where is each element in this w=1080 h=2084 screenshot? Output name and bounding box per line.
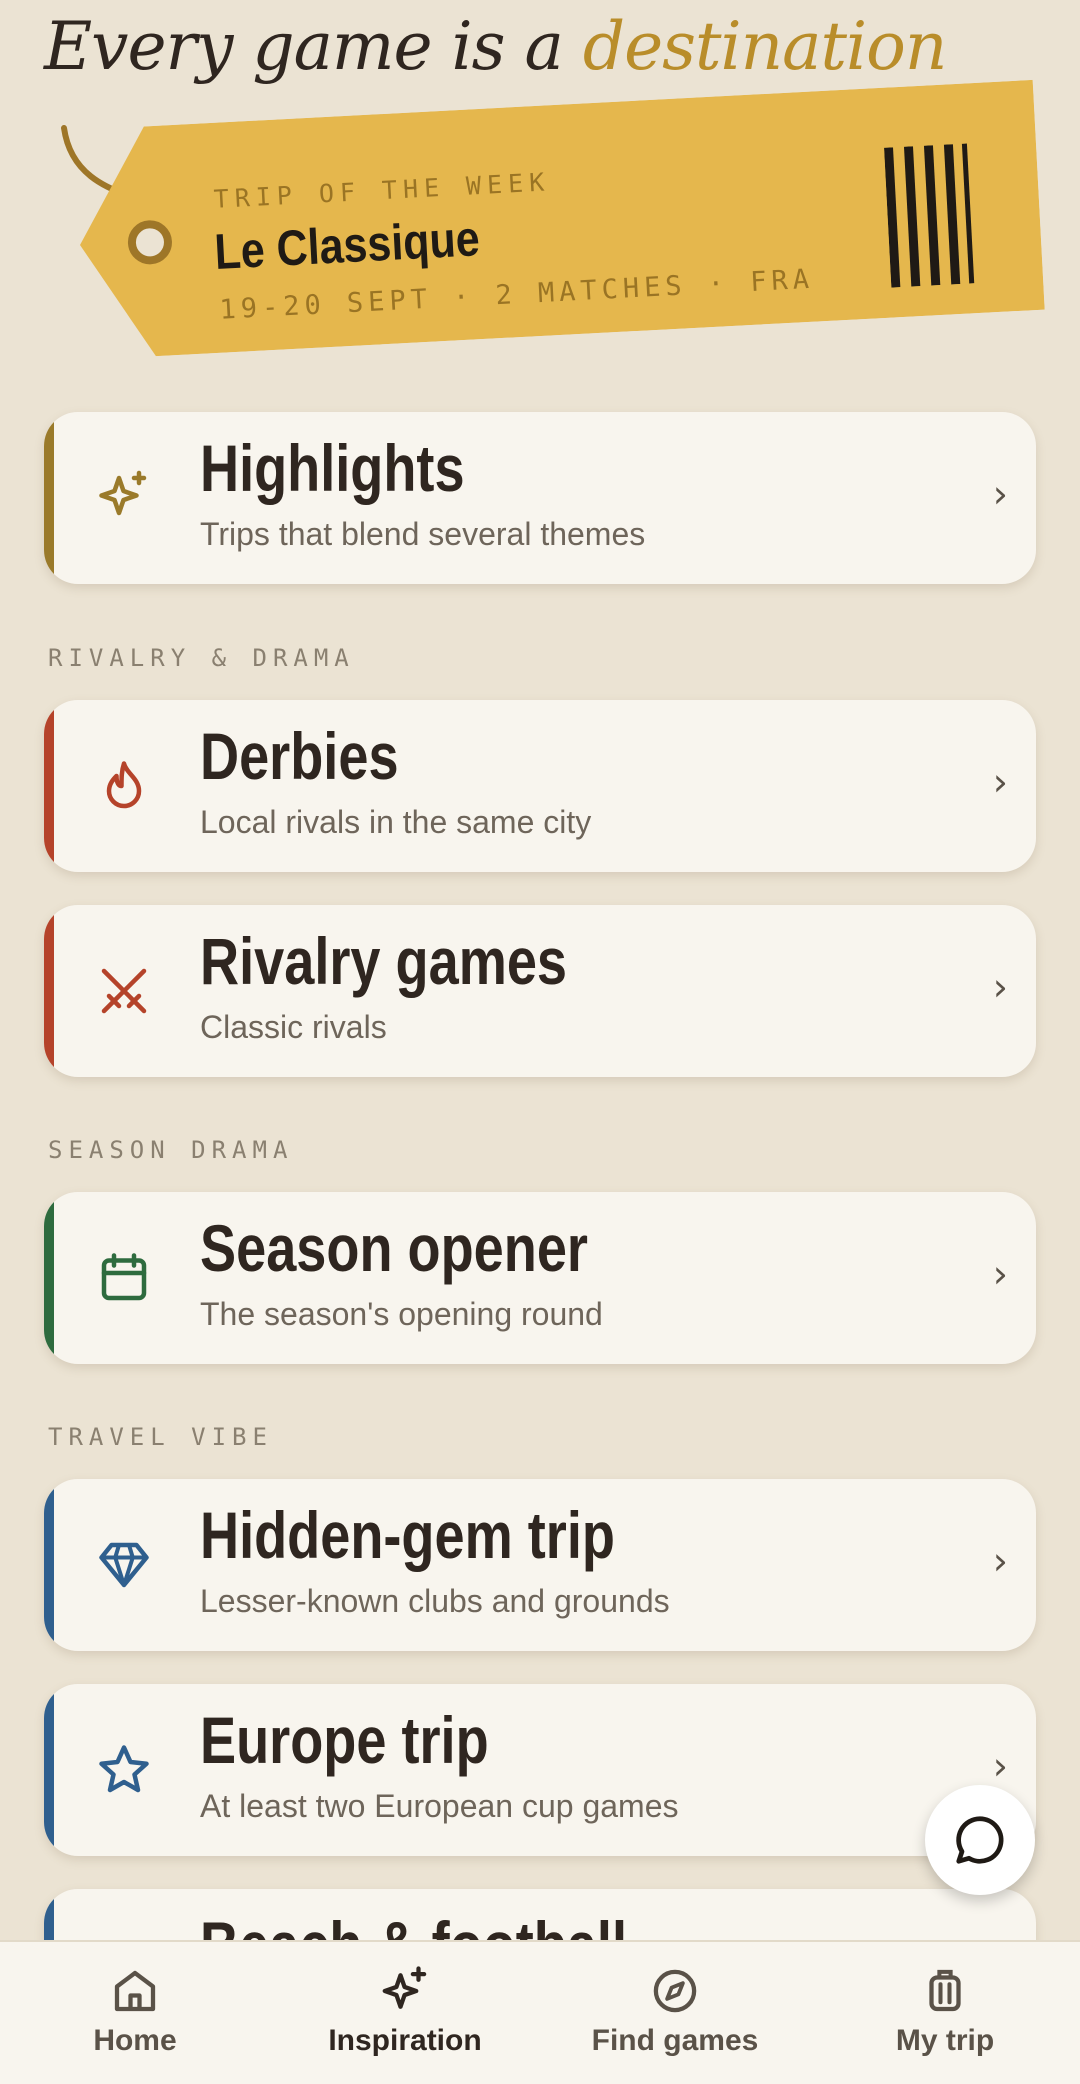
card-accent-stripe (44, 700, 54, 872)
card-subtitle: Trips that blend several themes (200, 516, 646, 552)
chevron-right-icon: › (992, 760, 1008, 804)
card-accent-stripe (44, 1479, 54, 1651)
chat-bubble-icon (956, 1816, 1004, 1864)
headline-prefix: Every game is a (44, 8, 564, 85)
card-title: Season opener (200, 1211, 588, 1285)
card-title: Rivalry games (200, 924, 568, 998)
nav-find-games[interactable]: Find games (540, 1942, 810, 2084)
card-subtitle: The season's opening round (200, 1296, 603, 1332)
card-title: Europe trip (200, 1703, 489, 1777)
card-title: Derbies (200, 719, 399, 793)
card-rivalry-games[interactable]: Rivalry games Classic rivals › (44, 905, 1036, 1077)
card-derbies[interactable]: Derbies Local rivals in the same city › (44, 700, 1036, 872)
chevron-right-icon: › (992, 1744, 1008, 1788)
chevron-right-icon: › (992, 1539, 1008, 1583)
section-label-travel: TRAVEL VIBE (48, 1423, 273, 1451)
nav-label-my-trip: My trip (895, 2024, 995, 2057)
card-accent-stripe (44, 412, 54, 584)
crossed-swords-icon (101, 968, 147, 1014)
barcode-icon (884, 143, 975, 288)
card-subtitle: Lesser-known clubs and grounds (200, 1583, 670, 1619)
card-accent-stripe (44, 1192, 54, 1364)
bottom-nav: Home Inspiration Find games My trip (0, 1940, 1080, 2084)
chevron-right-icon: › (992, 472, 1008, 516)
calendar-icon (101, 1253, 147, 1301)
flame-icon (106, 761, 142, 809)
nav-inspiration[interactable]: Inspiration (270, 1942, 540, 2084)
luggage-icon (929, 1969, 961, 2012)
sparkles-icon (99, 470, 147, 516)
card-season-opener[interactable]: Season opener The season's opening round… (44, 1192, 1036, 1364)
card-title: Hidden-gem trip (200, 1498, 615, 1572)
card-accent-stripe (44, 1684, 54, 1856)
home-icon (114, 1970, 156, 2012)
headline-accent: destination (582, 8, 948, 85)
card-subtitle: At least two European cup games (200, 1788, 679, 1824)
nav-label-home: Home (93, 2024, 177, 2057)
nav-label-find-games: Find games (591, 2024, 759, 2057)
chat-button[interactable] (925, 1785, 1035, 1895)
chevron-right-icon: › (992, 965, 1008, 1009)
compass-icon (653, 1969, 697, 2013)
card-accent-stripe (44, 905, 54, 1077)
nav-my-trip[interactable]: My trip (810, 1942, 1080, 2084)
nav-home[interactable]: Home (0, 1942, 270, 2084)
card-subtitle: Local rivals in the same city (200, 804, 592, 840)
card-highlights[interactable]: Highlights Trips that blend several them… (44, 412, 1036, 584)
card-hidden-gem-trip[interactable]: Hidden-gem trip Lesser-known clubs and g… (44, 1479, 1036, 1651)
section-label-rivalry: RIVALRY & DRAMA (48, 644, 355, 672)
sparkles-icon (382, 1966, 427, 2009)
card-title: Highlights (200, 431, 465, 505)
chevron-right-icon: › (992, 1252, 1008, 1296)
card-europe-trip[interactable]: Europe trip At least two European cup ga… (44, 1684, 1036, 1856)
star-icon (99, 1745, 149, 1793)
nav-label-inspiration: Inspiration (328, 2024, 482, 2057)
card-subtitle: Classic rivals (200, 1009, 387, 1045)
page-headline: Every game is a destination (44, 8, 948, 85)
section-label-season: SEASON DRAMA (48, 1136, 294, 1164)
diamond-icon (99, 1542, 149, 1588)
trip-of-the-week-ticket[interactable]: TRIP OF THE WEEK Le Classique 19-20 SEPT… (0, 79, 1080, 400)
